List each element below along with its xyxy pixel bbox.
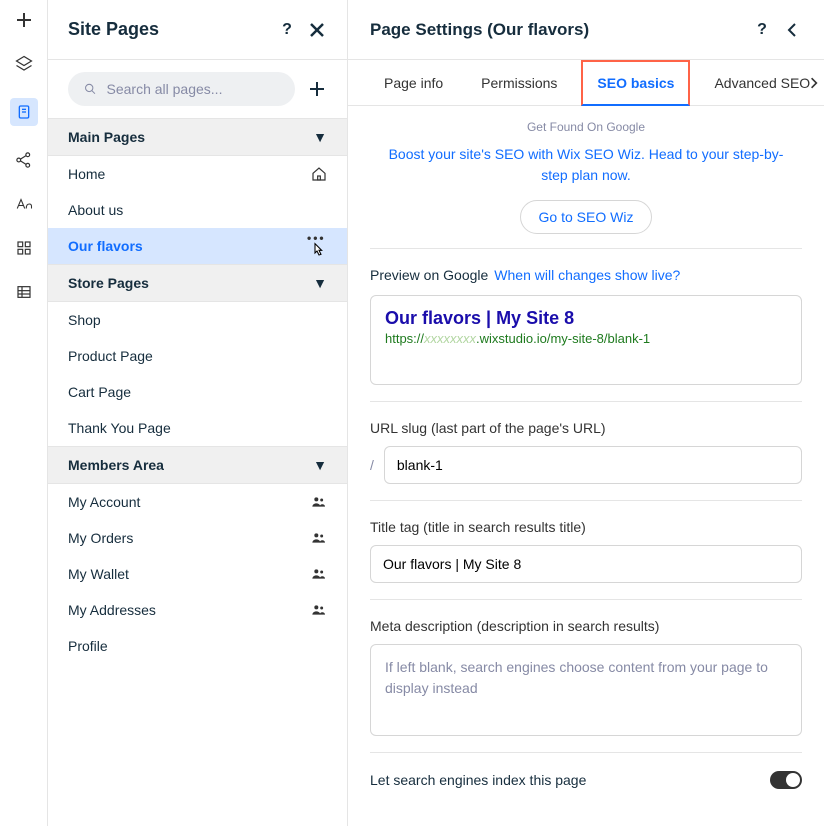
page-item-my-wallet[interactable]: My Wallet xyxy=(48,556,347,592)
tabs-scroll-right-icon[interactable] xyxy=(810,76,818,90)
pages-title: Site Pages xyxy=(68,19,267,40)
page-item-about[interactable]: About us xyxy=(48,192,347,228)
page-item-shop[interactable]: Shop xyxy=(48,302,347,338)
page-label: My Orders xyxy=(68,530,133,546)
slug-prefix: / xyxy=(370,457,374,473)
members-icon xyxy=(311,604,327,616)
settings-title: Page Settings (Our flavors) xyxy=(370,20,742,40)
page-label: Profile xyxy=(68,638,108,654)
caret-down-icon: ▼ xyxy=(313,129,327,145)
page-label: About us xyxy=(68,202,123,218)
page-item-thank-you[interactable]: Thank You Page xyxy=(48,410,347,446)
add-page-button[interactable] xyxy=(307,79,327,99)
page-item-product[interactable]: Product Page xyxy=(48,338,347,374)
back-icon[interactable] xyxy=(782,20,802,40)
tab-advanced-seo[interactable]: Advanced SEO xyxy=(700,60,824,105)
connections-icon[interactable] xyxy=(14,150,34,170)
page-label: Product Page xyxy=(68,348,153,364)
page-item-profile[interactable]: Profile xyxy=(48,628,347,664)
page-label: Our flavors xyxy=(68,238,143,254)
preview-when-live-link[interactable]: When will changes show live? xyxy=(494,267,680,283)
section-label: Members Area xyxy=(68,457,164,473)
page-label: My Addresses xyxy=(68,602,156,618)
apps-icon[interactable] xyxy=(14,238,34,258)
preview-url: https://xxxxxxxx.wixstudio.io/my-site-8/… xyxy=(385,331,787,346)
url-slug-input[interactable] xyxy=(384,446,802,484)
index-toggle[interactable] xyxy=(770,771,802,789)
go-to-seo-wiz-button[interactable]: Go to SEO Wiz xyxy=(520,200,653,234)
settings-tabs: Page info Permissions SEO basics Advance… xyxy=(348,60,824,106)
typography-icon[interactable] xyxy=(14,194,34,214)
search-input[interactable] xyxy=(105,80,280,98)
tab-permissions[interactable]: Permissions xyxy=(467,60,571,105)
page-label: My Wallet xyxy=(68,566,129,582)
preview-title: Our flavors | My Site 8 xyxy=(385,308,787,329)
members-icon xyxy=(311,568,327,580)
members-area-section[interactable]: Members Area ▼ xyxy=(48,446,347,484)
meta-description-label: Meta description (description in search … xyxy=(370,618,802,634)
page-item-cart[interactable]: Cart Page xyxy=(48,374,347,410)
tab-seo-basics[interactable]: SEO basics xyxy=(581,60,690,106)
members-icon xyxy=(311,496,327,508)
store-pages-section[interactable]: Store Pages ▼ xyxy=(48,264,347,302)
home-icon xyxy=(311,166,327,182)
page-item-our-flavors[interactable]: Our flavors ••• xyxy=(48,228,347,264)
help-icon[interactable]: ? xyxy=(752,20,772,40)
section-label: Main Pages xyxy=(68,129,145,145)
search-icon xyxy=(84,82,97,96)
tool-rail xyxy=(0,0,48,826)
page-label: Shop xyxy=(68,312,101,328)
page-item-my-addresses[interactable]: My Addresses xyxy=(48,592,347,628)
help-icon[interactable]: ? xyxy=(277,20,297,40)
tab-page-info[interactable]: Page info xyxy=(370,60,457,105)
page-label: My Account xyxy=(68,494,140,510)
caret-down-icon: ▼ xyxy=(313,275,327,291)
url-slug-label: URL slug (last part of the page's URL) xyxy=(370,420,802,436)
page-item-my-orders[interactable]: My Orders xyxy=(48,520,347,556)
page-label: Thank You Page xyxy=(68,420,171,436)
add-icon[interactable] xyxy=(14,10,34,30)
seo-intro-text: Boost your site's SEO with Wix SEO Wiz. … xyxy=(380,144,792,186)
close-icon[interactable] xyxy=(307,20,327,40)
seo-subhead: Get Found On Google xyxy=(370,120,802,134)
main-pages-section[interactable]: Main Pages ▼ xyxy=(48,118,347,156)
members-icon xyxy=(311,532,327,544)
index-toggle-label: Let search engines index this page xyxy=(370,772,586,788)
layers-icon[interactable] xyxy=(14,54,34,74)
page-settings-panel: Page Settings (Our flavors) ? Page info … xyxy=(348,0,824,826)
google-preview: Our flavors | My Site 8 https://xxxxxxxx… xyxy=(370,295,802,385)
page-label: Cart Page xyxy=(68,384,131,400)
title-tag-input[interactable] xyxy=(370,545,802,583)
title-tag-label: Title tag (title in search results title… xyxy=(370,519,802,535)
site-pages-panel: Site Pages ? Main Pages ▼ Home xyxy=(48,0,348,826)
table-icon[interactable] xyxy=(14,282,34,302)
page-item-my-account[interactable]: My Account xyxy=(48,484,347,520)
pointer-cursor-icon xyxy=(309,241,325,261)
search-input-wrap[interactable] xyxy=(68,72,295,106)
caret-down-icon: ▼ xyxy=(313,457,327,473)
page-item-home[interactable]: Home xyxy=(48,156,347,192)
section-label: Store Pages xyxy=(68,275,149,291)
page-label: Home xyxy=(68,166,105,182)
meta-description-input[interactable]: If left blank, search engines choose con… xyxy=(370,644,802,736)
pages-icon[interactable] xyxy=(10,98,38,126)
page-actions-icon[interactable]: ••• xyxy=(305,231,327,261)
preview-label: Preview on Google xyxy=(370,267,488,283)
